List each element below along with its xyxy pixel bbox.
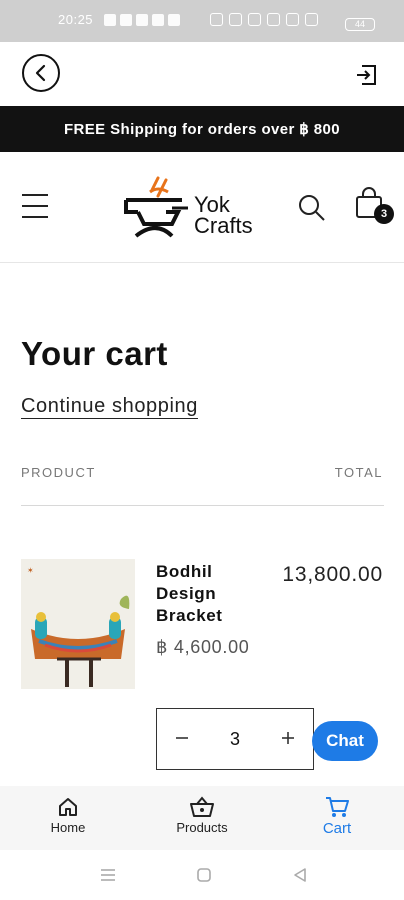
status-bar: 20:25 44 <box>0 0 404 42</box>
system-navigation-bar <box>0 850 404 900</box>
minus-icon <box>176 736 188 739</box>
home-square-icon[interactable] <box>196 867 212 883</box>
logo-line-1: Yok <box>194 192 230 217</box>
back-icon <box>35 64 46 82</box>
line-item-total: 13,800.00 <box>282 563 383 586</box>
store-logo[interactable]: Yok Crafts <box>122 172 272 242</box>
notification-icon <box>104 14 116 26</box>
notification-icon <box>168 14 180 26</box>
product-image[interactable]: ✶ <box>21 559 135 689</box>
search-button[interactable] <box>298 194 326 222</box>
column-header-total: TOTAL <box>334 465 383 480</box>
product-unit-price: ฿ 4,600.00 <box>156 637 250 657</box>
page-title: Your cart <box>21 335 168 372</box>
menu-button[interactable] <box>22 194 48 218</box>
nav-home-label: Home <box>50 820 86 835</box>
notification-icons <box>104 14 180 26</box>
back-button[interactable] <box>22 54 60 92</box>
store-header: Yok Crafts 3 <box>0 152 404 263</box>
nav-products-label: Products <box>176 820 228 835</box>
home-icon <box>59 798 77 816</box>
nav-products[interactable]: Products <box>152 794 252 835</box>
back-triangle-icon[interactable] <box>292 867 308 883</box>
menu-icon <box>22 194 48 218</box>
cart-count-badge: 3 <box>374 204 394 224</box>
announcement-bar: FREE Shipping for orders over ฿ 800 <box>0 106 404 152</box>
wifi-icon <box>267 13 280 26</box>
product-name[interactable]: Bodhil Design Bracket <box>156 561 266 627</box>
quantity-value[interactable]: 3 <box>230 729 240 750</box>
logo-text: Yok Crafts <box>194 192 253 238</box>
headphones-icon <box>210 13 223 26</box>
nav-cart[interactable]: Cart <box>287 794 387 837</box>
notification-icon <box>136 14 148 26</box>
recents-menu-icon[interactable] <box>100 867 116 883</box>
logo-mark-icon <box>124 176 188 238</box>
plus-icon <box>281 731 294 744</box>
svg-text:✶: ✶ <box>27 566 34 575</box>
battery-icon: 44 <box>345 18 375 31</box>
chat-button[interactable]: Chat <box>312 721 378 761</box>
nav-home[interactable]: Home <box>18 794 118 835</box>
notification-icon <box>152 14 164 26</box>
continue-shopping-link[interactable]: Continue shopping <box>21 395 198 419</box>
exit-button[interactable] <box>354 62 380 88</box>
logo-line-2: Crafts <box>194 213 253 238</box>
call-icon <box>286 13 299 26</box>
nav-cart-label: Cart <box>322 820 352 837</box>
divider <box>21 505 384 506</box>
column-header-product: PRODUCT <box>21 465 96 480</box>
quantity-stepper: 3 <box>156 708 314 770</box>
shopping-cart-icon <box>326 797 349 817</box>
basket-icon <box>190 796 214 817</box>
cellular-icon <box>305 13 318 26</box>
status-time: 20:25 <box>58 12 94 27</box>
cart-button[interactable]: 3 <box>354 186 394 226</box>
exit-icon <box>357 65 376 85</box>
search-icon <box>299 195 325 221</box>
vibrate-icon <box>229 13 242 26</box>
signal-icon <box>248 13 261 26</box>
bottom-navigation: Home Products Cart <box>0 786 404 850</box>
product-photo: ✶ <box>21 559 135 689</box>
decrease-quantity-button[interactable] <box>157 728 207 751</box>
notification-icon <box>120 14 132 26</box>
app-top-bar <box>0 42 404 106</box>
system-status-icons <box>210 13 318 26</box>
increase-quantity-button[interactable] <box>263 728 313 751</box>
